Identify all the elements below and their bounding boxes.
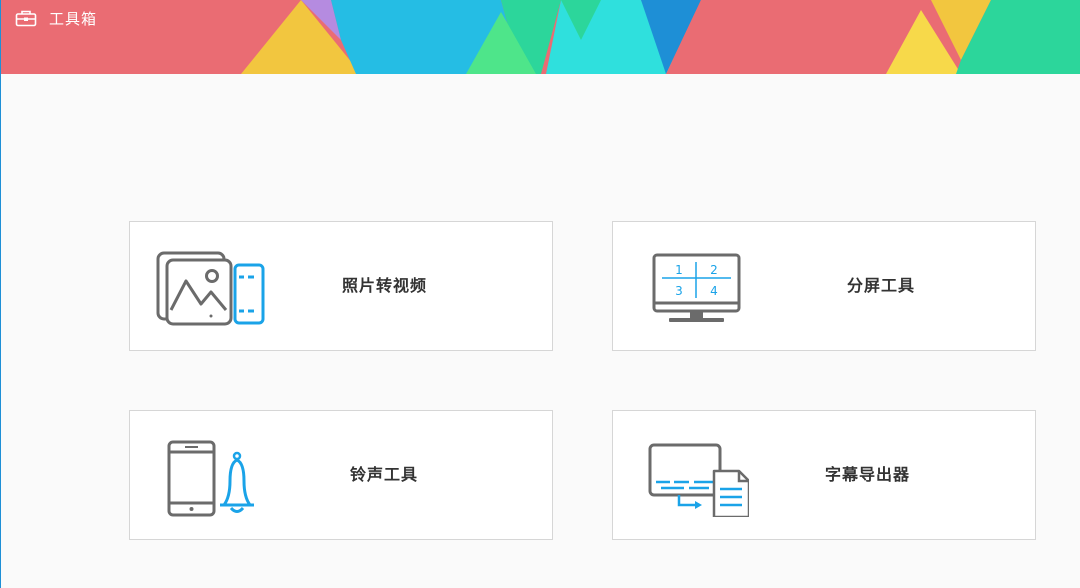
header-banner: 工具箱 bbox=[1, 0, 1080, 74]
tool-label-subtitle-exporter: 字幕导出器 bbox=[825, 465, 911, 484]
screen-number-2: 2 bbox=[710, 263, 718, 277]
banner-decoration bbox=[1, 0, 1080, 74]
subtitle-export-icon bbox=[648, 443, 749, 517]
toolbox-icon bbox=[15, 10, 37, 27]
screen-number-1: 1 bbox=[675, 263, 683, 277]
tool-card-ringtone[interactable]: 铃声工具 bbox=[129, 410, 553, 540]
split-screen-icon: 1 2 3 4 bbox=[652, 253, 741, 322]
photo-to-video-icon bbox=[156, 251, 265, 326]
ringtone-icon bbox=[167, 440, 254, 517]
screen-number-3: 3 bbox=[675, 284, 683, 298]
tool-card-split-screen[interactable]: 1 2 3 4 分屏工具 bbox=[612, 221, 1036, 351]
toolbox-window: 工具箱 照片转视频 1 2 3 4 分屏工具 铃声工具 字幕导出器 bbox=[0, 0, 1080, 588]
tool-card-subtitle-exporter[interactable]: 字幕导出器 bbox=[612, 410, 1036, 540]
window-title-bar: 工具箱 bbox=[15, 6, 97, 30]
tool-label-split-screen: 分屏工具 bbox=[847, 276, 916, 295]
screen-number-4: 4 bbox=[710, 284, 718, 298]
tool-label-photo-to-video: 照片转视频 bbox=[342, 276, 428, 295]
window-title: 工具箱 bbox=[49, 9, 98, 28]
tool-card-photo-to-video[interactable]: 照片转视频 bbox=[129, 221, 553, 351]
tool-label-ringtone: 铃声工具 bbox=[350, 465, 419, 484]
